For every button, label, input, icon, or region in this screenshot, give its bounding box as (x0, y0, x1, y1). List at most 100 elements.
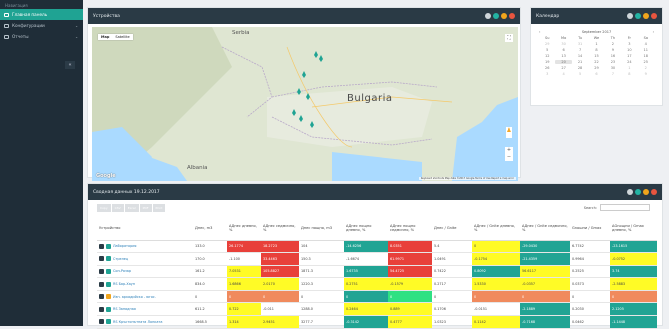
calendar-day[interactable]: 25 (638, 60, 654, 64)
pegman-icon[interactable]: ♟ (506, 127, 512, 138)
expand-icon[interactable] (99, 319, 104, 325)
calendar-day[interactable]: 8 (588, 48, 604, 52)
calendar-day[interactable]: 17 (621, 54, 637, 58)
close-icon[interactable] (651, 13, 657, 19)
column-header[interactable]: Днес / Gnite (432, 217, 472, 241)
calendar-day[interactable]: 7 (605, 72, 621, 76)
calendar-day[interactable]: 11 (638, 48, 654, 52)
sidebar-item-reports[interactable]: Отчеты ⌄ (0, 31, 83, 42)
next-month-icon[interactable]: › (653, 30, 654, 34)
calendar-day[interactable]: 30 (605, 66, 621, 70)
table-row[interactable]: RS Западная 611.2 0.722 -0.011 1288.0 0.2464 0… (97, 302, 657, 317)
calendar-day[interactable]: 7 (572, 48, 588, 52)
minimize-icon[interactable] (627, 189, 633, 195)
calendar-day[interactable]: 13 (555, 54, 571, 58)
expand-icon[interactable] (99, 256, 104, 262)
calendar-day[interactable]: 21 (572, 60, 588, 64)
column-header[interactable]: ΔGnoщни / Gmax дневно, % (610, 217, 657, 241)
column-header[interactable]: Устройство (97, 217, 193, 241)
table-row[interactable]: RS Кръстопътната Лопката 1668.5 1.314 2.945… (97, 315, 657, 329)
calendar-day[interactable]: 4 (638, 42, 654, 46)
print-button[interactable]: Print (152, 204, 166, 212)
table-row[interactable]: Лаборатория 133.0 26.1774 18.2723 104 -14.625… (97, 240, 657, 254)
expand-icon[interactable] (99, 281, 104, 287)
pdf-button[interactable]: PDF (139, 204, 152, 212)
expand-icon[interactable] (99, 306, 104, 312)
column-header[interactable]: Днес, m3 (193, 217, 227, 241)
map-attribution[interactable]: Keyboard shortcuts Map data ©2017 Google… (418, 177, 516, 180)
expand-icon[interactable] (99, 243, 104, 249)
calendar-day[interactable]: 3 (621, 42, 637, 46)
refresh-icon[interactable] (635, 189, 641, 195)
calendar-day[interactable]: 1 (621, 66, 637, 70)
csv-button[interactable]: CSV (111, 204, 124, 212)
prev-month-icon[interactable]: ‹ (539, 30, 540, 34)
calendar-day[interactable]: 10 (621, 48, 637, 52)
device-name[interactable]: Сон-Разар (113, 269, 131, 273)
device-name[interactable]: RS Кръстопътната Лопката (113, 320, 163, 324)
calendar-day[interactable]: 22 (588, 60, 604, 64)
tab-satellite[interactable]: Satellite (112, 34, 132, 40)
calendar-day[interactable]: 4 (555, 72, 571, 76)
zoom-out-button[interactable]: − (505, 154, 513, 161)
column-header[interactable]: ΔДнес дневно, % (227, 217, 261, 241)
table-row[interactable]: RS Бар-Хаун 834.0 1.6866 2.0170 1220.3 0.2751… (97, 277, 657, 291)
calendar-day[interactable]: 14 (572, 54, 588, 58)
calendar-day[interactable]: 28 (572, 66, 588, 70)
device-name[interactable]: Изп. аркадийско - югос. (113, 295, 156, 299)
fullscreen-icon[interactable]: ⛶ (505, 34, 513, 42)
sidebar-item-dashboard[interactable]: Главная панель (0, 9, 83, 20)
zoom-in-button[interactable]: + (505, 147, 513, 154)
column-header[interactable]: Gnoшни / Gmax (570, 217, 610, 241)
map[interactable]: Map Satellite ⛶ ♟ + − Serbia Bulgaria Al… (92, 27, 518, 181)
sidebar-collapse-button[interactable]: « (65, 61, 75, 69)
calendar-day[interactable]: 5 (572, 72, 588, 76)
calendar-day[interactable]: 2 (638, 66, 654, 70)
tab-map[interactable]: Map (98, 34, 112, 40)
close-icon[interactable] (651, 189, 657, 195)
minimize-icon[interactable] (627, 13, 633, 19)
calendar-day[interactable]: 15 (588, 54, 604, 58)
calendar-day[interactable]: 1 (588, 42, 604, 46)
column-header[interactable]: ΔДнес / Gnite седмично, % (520, 217, 570, 241)
device-name[interactable]: Лаборатория (113, 244, 136, 248)
settings-icon[interactable] (501, 13, 507, 19)
expand-icon[interactable] (99, 268, 104, 274)
calendar-day[interactable]: 26 (539, 66, 555, 70)
settings-icon[interactable] (643, 189, 649, 195)
copy-button[interactable]: Copy (97, 204, 111, 212)
table-row[interactable]: Изп. аркадийско - югос. 0 0 0 0 0 0 0 0 0 0 0 (97, 290, 657, 304)
calendar-month[interactable]: September 2017 (582, 30, 611, 34)
calendar-day[interactable]: 6 (588, 72, 604, 76)
calendar-day[interactable]: 29 (588, 66, 604, 70)
calendar-day[interactable]: 2 (605, 42, 621, 46)
close-icon[interactable] (509, 13, 515, 19)
expand-icon[interactable] (99, 294, 104, 300)
calendar-day[interactable]: 16 (605, 54, 621, 58)
calendar-day[interactable]: 27 (555, 66, 571, 70)
search-input[interactable] (600, 204, 650, 211)
calendar-day[interactable]: 9 (605, 48, 621, 52)
calendar-day[interactable]: 6 (555, 48, 571, 52)
refresh-icon[interactable] (493, 13, 499, 19)
calendar-day[interactable]: 30 (555, 42, 571, 46)
device-name[interactable]: Стрелец (113, 257, 128, 261)
calendar-day[interactable]: 20 (555, 60, 572, 64)
column-header[interactable]: ΔДнес / Gnite дневно, % (472, 217, 520, 241)
calendar-day[interactable]: 9 (638, 72, 654, 76)
calendar-day[interactable]: 3 (539, 72, 555, 76)
calendar-day[interactable]: 24 (621, 60, 637, 64)
settings-icon[interactable] (643, 13, 649, 19)
calendar-day[interactable]: 5 (539, 48, 555, 52)
minimize-icon[interactable] (485, 13, 491, 19)
column-header[interactable]: ΔДнес седмично, % (261, 217, 299, 241)
table-row[interactable]: Стрелец 170.0 -1.100 33.4463 150.3 -1.6674 61.… (97, 252, 657, 266)
column-header[interactable]: ΔДнес нощно дневно, % (344, 217, 388, 241)
device-name[interactable]: RS Западная (113, 307, 136, 311)
calendar-day[interactable]: 29 (539, 42, 555, 46)
column-header[interactable]: Днес нощно, m3 (299, 217, 344, 241)
sidebar-item-configurations[interactable]: Конфигурации ⌄ (0, 20, 83, 31)
calendar-day[interactable]: 12 (539, 54, 555, 58)
calendar-day[interactable]: 31 (572, 42, 588, 46)
calendar-day[interactable]: 19 (539, 60, 555, 64)
